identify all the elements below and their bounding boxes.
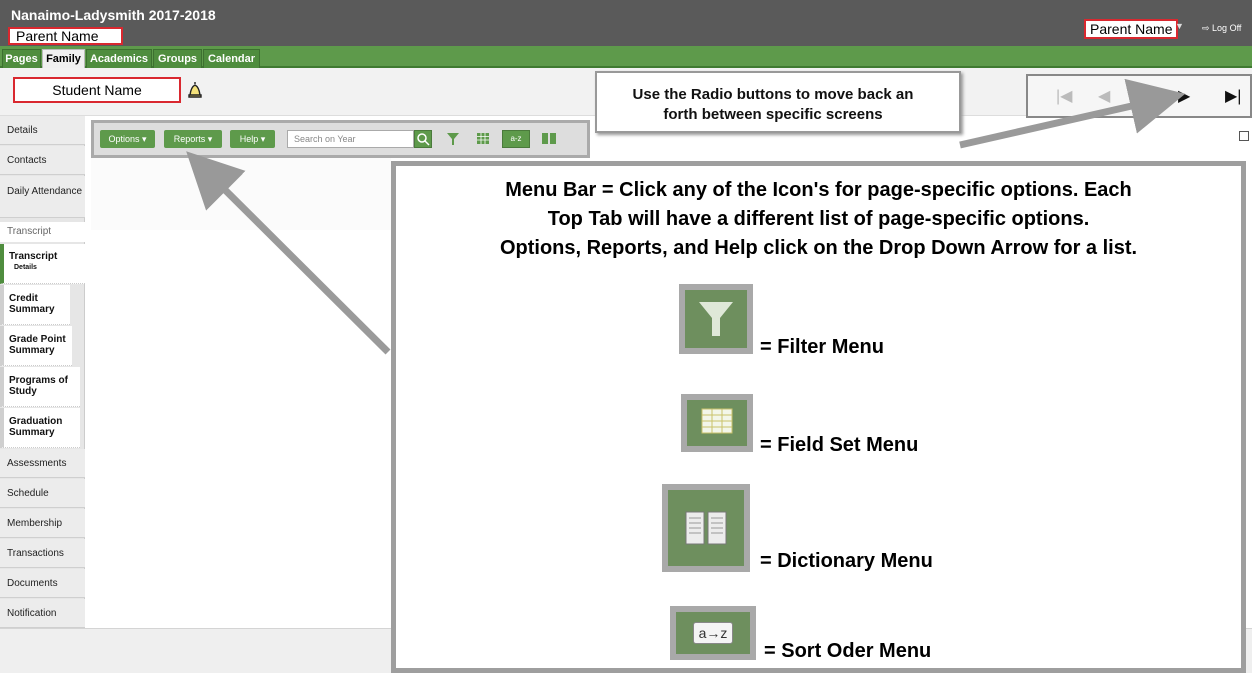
- popout-icon[interactable]: [1239, 131, 1249, 141]
- tab-pages[interactable]: Pages: [2, 49, 41, 68]
- sidebar-item-transactions[interactable]: Transactions: [0, 539, 85, 568]
- first-record-icon[interactable]: |◀: [1056, 86, 1072, 106]
- filter-icon[interactable]: [442, 130, 464, 148]
- current-record-icon[interactable]: ○: [1140, 86, 1150, 104]
- search-icon[interactable]: [414, 130, 432, 148]
- reports-button[interactable]: Reports ▾: [164, 130, 222, 148]
- menu-desc-line: Menu Bar = Click any of the Icon's for p…: [505, 179, 1132, 201]
- next-record-icon[interactable]: ▶: [1178, 86, 1190, 106]
- sidebar-item-documents[interactable]: Documents: [0, 569, 85, 598]
- menu-desc-line: Options, Reports, and Help click on the …: [499, 237, 1138, 259]
- tab-calendar[interactable]: Calendar: [203, 49, 260, 68]
- dictionary-icon[interactable]: [538, 130, 560, 148]
- legend-sort-order: a→z = Sort Oder Menu: [396, 606, 1241, 673]
- legend-label: = Field Set Menu: [760, 434, 919, 456]
- sidebar-item-assessments[interactable]: Assessments: [0, 449, 85, 478]
- legend-field-set: = Field Set Menu: [396, 394, 1241, 474]
- sidebar-item-graduation-summary[interactable]: Graduation Summary: [0, 408, 80, 448]
- sidebar-section-label: Transcript: [0, 222, 85, 242]
- help-button[interactable]: Help ▾: [230, 130, 275, 148]
- sidebar-item-grade-point-summary[interactable]: Grade Point Summary: [0, 326, 72, 366]
- logoff-link[interactable]: ⇨ Log Off: [1202, 23, 1241, 34]
- sort-order-icon: a→z: [670, 606, 756, 660]
- filter-icon: [679, 284, 753, 354]
- field-set-icon[interactable]: [472, 130, 494, 148]
- tab-family[interactable]: Family: [42, 49, 85, 69]
- sidebar-item-notification[interactable]: Notification: [0, 599, 85, 628]
- legend-filter: = Filter Menu: [396, 284, 1241, 364]
- previous-record-icon[interactable]: ◀: [1098, 86, 1110, 106]
- sidebar-item-sublabel: Details: [14, 264, 37, 271]
- options-button[interactable]: Options ▾: [100, 130, 155, 148]
- legend-label: = Filter Menu: [760, 336, 884, 358]
- sidebar-item-daily-attendance[interactable]: Daily Attendance: [0, 176, 85, 218]
- reports-label: Reports: [173, 134, 206, 144]
- radio-buttons-callout: Use the Radio buttons to move back an fo…: [595, 71, 961, 133]
- sidebar-item-label: Transcript: [9, 251, 58, 262]
- menu-bar-callout: Menu Bar = Click any of the Icon's for p…: [391, 161, 1246, 673]
- legend-label: = Sort Oder Menu: [764, 640, 932, 662]
- parent-name-label: Parent Name: [8, 27, 123, 45]
- legend-dictionary: = Dictionary Menu: [396, 484, 1241, 574]
- sidebar-item-details[interactable]: Details: [0, 116, 85, 145]
- content-blurred-area: [91, 150, 391, 230]
- school-title: Nanaimo-Ladysmith 2017-2018: [11, 7, 216, 23]
- menu-toolbar: Options ▾ Reports ▾ Help ▾ Search on Yea…: [91, 120, 590, 158]
- record-navigation: |◀ ◀ ○ ▶ ▶|: [1026, 74, 1252, 118]
- menu-bar-description: Menu Bar = Click any of the Icon's for p…: [396, 176, 1241, 263]
- sort-order-icon[interactable]: a-z: [502, 130, 530, 148]
- field-set-icon: [681, 394, 753, 452]
- sidebar-item-membership[interactable]: Membership: [0, 509, 85, 538]
- options-label: Options: [108, 134, 140, 144]
- logoff-icon: ⇨: [1202, 23, 1213, 33]
- sidebar-item-programs-of-study[interactable]: Programs of Study: [0, 367, 80, 407]
- sidebar-item-label: Daily Attendance: [7, 186, 83, 197]
- menu-desc-line: Top Tab will have a different list of pa…: [547, 208, 1090, 230]
- sidebar-item-schedule[interactable]: Schedule: [0, 479, 85, 508]
- help-label: Help: [239, 134, 259, 144]
- dictionary-icon: [662, 484, 750, 572]
- last-record-icon[interactable]: ▶|: [1225, 86, 1241, 106]
- app-header: Nanaimo-Ladysmith 2017-2018 Parent Name …: [0, 0, 1252, 46]
- tab-groups[interactable]: Groups: [153, 49, 202, 68]
- user-menu-button[interactable]: Parent Name: [1084, 19, 1179, 39]
- legend-label: = Dictionary Menu: [760, 550, 933, 572]
- sort-order-icon-text: a→z: [693, 622, 733, 644]
- top-tab-bar: Pages Family Academics Groups Calendar: [0, 46, 1252, 69]
- sidebar-item-transcript[interactable]: Transcript Details: [0, 244, 85, 284]
- sidebar-item-contacts[interactable]: Contacts: [0, 146, 85, 175]
- sidebar-item-credit-summary[interactable]: Credit Summary: [0, 285, 70, 325]
- student-name: Student Name: [13, 77, 181, 103]
- tab-academics[interactable]: Academics: [86, 49, 152, 68]
- bell-icon[interactable]: [187, 81, 203, 99]
- search-input[interactable]: Search on Year: [287, 130, 414, 148]
- logoff-label: Log Off: [1212, 23, 1242, 33]
- chevron-down-icon[interactable]: ▼: [1175, 21, 1184, 31]
- side-navigation: Details Contacts Daily Attendance Transc…: [0, 116, 85, 628]
